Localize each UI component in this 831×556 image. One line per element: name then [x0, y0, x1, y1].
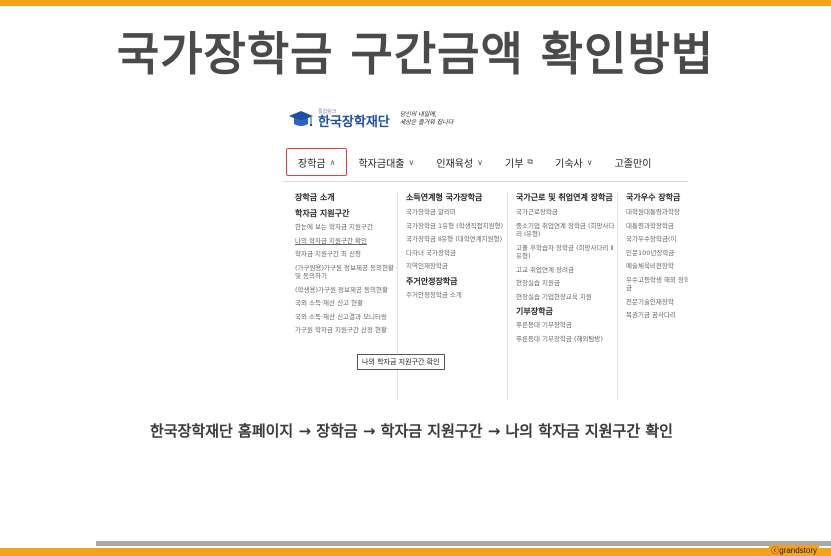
mega-menu: 장학금 소개 학자금 지원구간 한눈에 보는 학자금 지원구간 나의 학자금 지… — [283, 192, 688, 400]
logo-text: 통합링크 한국장학재단 — [318, 109, 390, 130]
menu-item[interactable]: 고교 취업연계 장려금 — [516, 266, 615, 275]
logo-slogan-line-2: 세상은 즐거워 집니다 — [399, 119, 454, 126]
nav-item-scholarship[interactable]: 장학금 ∧ — [286, 148, 348, 176]
bottom-accent-bar — [0, 548, 831, 556]
external-link-icon: ⧉ — [527, 157, 534, 166]
menu-column-heading[interactable]: 국가근로 및 취업연계 장학금 — [516, 192, 615, 203]
chevron-down-icon: ∨ — [477, 157, 483, 167]
menu-item[interactable]: 고졸 후학습자 장학금 (희망사다리 Ⅱ유형) — [516, 244, 615, 261]
graduation-cap-icon — [289, 111, 313, 127]
nav-label: 인재육성 — [436, 158, 474, 170]
menu-item[interactable]: 중소기업 취업연계 장학금 (희망사다리 Ⅰ유형) — [516, 222, 615, 239]
nav-item-donation[interactable]: 기부 ⧉ — [494, 148, 544, 176]
nav-label: 장학금 — [298, 158, 326, 170]
site-logo[interactable]: 통합링크 한국장학재단 당신의 내일에, 세상은 즐거워 집니다 — [288, 108, 453, 130]
menu-item[interactable]: 한눈에 보는 학자금 지원구간 — [295, 223, 395, 232]
menu-item[interactable]: 현장실습 기업현장교육 지원 — [516, 293, 615, 302]
menu-column-heading[interactable]: 국가우수 장학금 — [626, 192, 688, 203]
menu-item[interactable]: 국가장학금 Ⅱ유형 (대학연계지원형) — [406, 235, 505, 244]
chevron-down-icon: ∨ — [586, 157, 593, 167]
nav-label: 학자금대출 — [358, 158, 405, 170]
menu-item[interactable]: 가구원 학자금 지원구간 산정 현황 — [295, 326, 395, 335]
menu-item[interactable]: 우수고등학생 해외 장학금(드림장학금 — [626, 276, 688, 293]
top-accent-bar — [0, 0, 831, 6]
menu-item[interactable]: 현장실습 지원금 — [516, 279, 615, 288]
menu-item[interactable]: 푸른등대 기부장학금 (해외탐방) — [516, 335, 615, 344]
nav-label: 기숙사 — [555, 158, 583, 170]
menu-item[interactable]: 대학원대통령과학장 — [626, 208, 688, 217]
nav-item-dormitory[interactable]: 기숙사 ∨ — [544, 148, 603, 176]
menu-item[interactable]: 국외 소득·재산 신고 현황 — [295, 299, 395, 308]
menu-subheading[interactable]: 주거안정장학금 — [406, 276, 505, 287]
logo-slogan-line-1: 당신의 내일에, — [399, 111, 437, 118]
menu-item[interactable]: 푸른등대 기부장학금 — [516, 321, 615, 330]
menu-item[interactable]: 학자금 지원구간 최 신청 — [295, 250, 395, 259]
copyright-text: ⓒgrandstory — [769, 545, 819, 556]
hover-tooltip: 나의 학자금 지원구간 확인 — [357, 354, 445, 370]
menu-item[interactable]: (가구원용)가구원 정보제공 동의현황 및 동의하기 — [295, 264, 395, 281]
menu-column-heading[interactable]: 소득연계형 국가장학금 — [406, 192, 505, 203]
menu-item[interactable]: 대통령과학장학금 — [626, 222, 688, 231]
logo-slogan: 당신의 내일에, 세상은 즐거워 집니다 — [400, 111, 454, 127]
menu-item[interactable]: 국가우수장학금(이 — [626, 235, 688, 244]
menu-item-my-support-range[interactable]: 나의 학자금 지원구간 확인 — [295, 237, 395, 246]
menu-subheading[interactable]: 기부장학금 — [516, 306, 615, 317]
menu-subheading[interactable]: 학자금 지원구간 — [295, 208, 395, 219]
menu-item[interactable]: (학생용)가구원 정보제공 동의현황 — [295, 286, 395, 295]
logo-name: 한국장학재단 — [318, 114, 390, 130]
menu-item[interactable]: 복권기금 꿈사다리 — [626, 311, 688, 320]
menu-item[interactable]: 예술체육비전장학 — [626, 262, 688, 271]
nav-label: 고졸만이 — [614, 158, 652, 170]
menu-item[interactable]: 지역인재장학금 — [406, 262, 505, 271]
nav-label: 기부 — [505, 158, 524, 170]
menu-item[interactable]: 전문기술인재장학 — [626, 298, 688, 307]
menu-item[interactable]: 다자녀 국가장학금 — [406, 249, 505, 258]
menu-item[interactable]: 국외 소득·재산 신고결과 모니터링 — [295, 313, 395, 322]
nav-item-talent[interactable]: 인재육성 ∨ — [425, 148, 494, 176]
bottom-gray-bar — [96, 541, 831, 546]
menu-item[interactable]: 인문100년장학금 — [626, 249, 688, 258]
nav-divider — [283, 181, 688, 182]
slide-title: 국가장학금 구간금액 확인방법 — [116, 27, 715, 81]
menu-column-work: 국가근로 및 취업연계 장학금 국가근로장학금 중소기업 취업연계 장학금 (희… — [507, 192, 615, 400]
menu-item[interactable]: 국가장학금 알리미 — [406, 208, 505, 217]
nav-item-high-school[interactable]: 고졸만이 — [604, 148, 663, 176]
menu-column-excellence: 국가우수 장학금 대학원대통령과학장 대통령과학장학금 국가우수장학금(이 인문… — [617, 192, 688, 400]
website-screenshot: 통합링크 한국장학재단 당신의 내일에, 세상은 즐거워 집니다 장학금 ∧ 학… — [283, 100, 688, 400]
chevron-down-icon: ∨ — [408, 157, 415, 167]
menu-item[interactable]: 국가장학금 1유형 (학생직접지원형) — [406, 222, 505, 231]
menu-item[interactable]: 주거안정장학금 소개 — [406, 291, 505, 300]
chevron-up-icon: ∧ — [329, 157, 336, 167]
nav-item-loan[interactable]: 학자금대출 ∨ — [347, 148, 425, 176]
menu-item[interactable]: 국가근로장학금 — [516, 208, 615, 217]
navigation-path-caption: 한국장학재단 홈페이지 → 장학금 → 학자금 지원구간 → 나의 학자금 지원… — [150, 422, 673, 440]
menu-column-heading[interactable]: 장학금 소개 — [295, 192, 395, 203]
main-nav: 장학금 ∧ 학자금대출 ∨ 인재육성 ∨ 기부 ⧉ 기숙사 ∨ 고졸만이 — [283, 146, 688, 178]
